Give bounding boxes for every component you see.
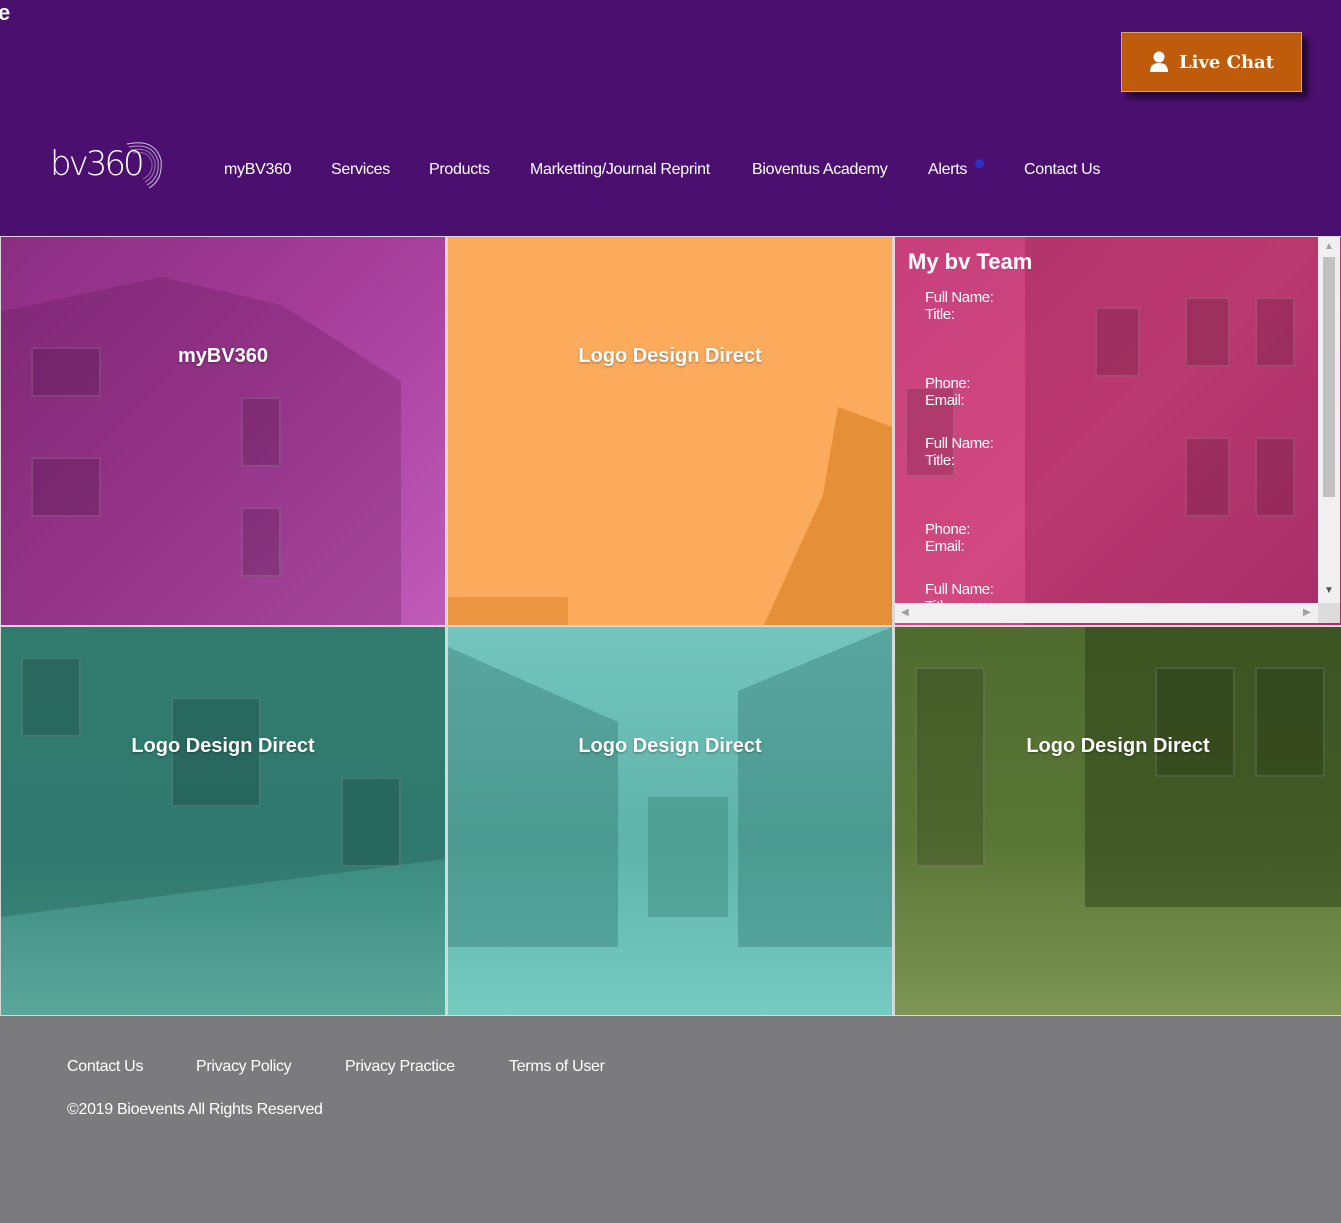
nav-item-academy[interactable]: Bioventus Academy (752, 161, 888, 179)
scrollbar-corner (1318, 603, 1340, 623)
window-decor (1095, 307, 1140, 377)
texture-shape (448, 597, 568, 625)
nav-item-mybv360[interactable]: myBV360 (224, 161, 292, 179)
footer-link-privacy-policy[interactable]: Privacy Policy (196, 1058, 292, 1076)
stray-text: e (0, 0, 11, 25)
alert-badge (975, 159, 984, 168)
footer-link-privacy-practice[interactable]: Privacy Practice (345, 1058, 455, 1076)
tile-title: Logo Design Direct (1026, 735, 1210, 757)
nav-item-marketting[interactable]: Marketting/Journal Reprint (530, 161, 710, 179)
window-decor (1185, 297, 1230, 367)
window-decor (915, 667, 985, 867)
footer-link-contact[interactable]: Contact Us (67, 1058, 143, 1076)
scroll-thumb[interactable] (1323, 257, 1335, 497)
team-phone-label: Phone: (925, 521, 971, 538)
window-decor (341, 777, 401, 867)
tile-logo-design-3[interactable]: Logo Design Direct (448, 627, 892, 1015)
nav-item-alerts[interactable]: Alerts (928, 161, 967, 179)
building-texture (1025, 237, 1341, 625)
scroll-left-icon[interactable]: ◀ (901, 607, 909, 618)
team-email-label: Email: (925, 392, 965, 409)
copyright: ©2019 Bioevents All Rights Reserved (67, 1101, 323, 1118)
live-chat-label: Live Chat (1178, 51, 1275, 73)
window-decor (1255, 297, 1295, 367)
footer-link-terms[interactable]: Terms of User (509, 1058, 605, 1076)
building-texture (1, 277, 401, 625)
tile-logo-design-2[interactable]: Logo Design Direct (1, 627, 445, 1015)
team-title-label: Title: (925, 452, 955, 469)
scroll-up-icon[interactable]: ▲ (1324, 241, 1334, 252)
tile-logo-design-4[interactable]: Logo Design Direct (895, 627, 1341, 1015)
nav-item-contact[interactable]: Contact Us (1024, 161, 1100, 179)
texture-shape (763, 407, 892, 625)
nav-item-services[interactable]: Services (331, 161, 390, 179)
team-full-name-label: Full Name: (925, 435, 994, 452)
team-email-label: Email: (925, 538, 965, 555)
team-vertical-scrollbar[interactable]: ▲ ▼ (1318, 237, 1340, 603)
team-phone-label: Phone: (925, 375, 971, 392)
window-decor (31, 457, 101, 517)
building-texture (648, 797, 728, 917)
my-bv-team-panel[interactable]: My bv Team Full Name: Title: Phone: Emai… (895, 237, 1341, 625)
team-title: My bv Team (908, 249, 1033, 274)
user-icon (1149, 51, 1168, 72)
tile-title: myBV360 (177, 345, 269, 367)
team-title-label: Title: (925, 306, 955, 323)
team-full-name-label: Full Name: (925, 289, 994, 306)
bv360-logo[interactable]: bv360 (50, 136, 165, 192)
tile-mybv360[interactable]: myBV360 (1, 237, 445, 625)
scroll-down-icon[interactable]: ▼ (1324, 585, 1334, 596)
footer: Contact Us Privacy Policy Privacy Practi… (0, 1016, 1341, 1223)
tile-logo-design-1[interactable]: Logo Design Direct (448, 237, 892, 625)
window-decor (241, 507, 281, 577)
team-horizontal-scrollbar[interactable]: ◀ ▶ (895, 603, 1318, 623)
logo-swirl-icon (126, 142, 162, 189)
tile-title: Logo Design Direct (578, 735, 762, 757)
building-texture (738, 627, 892, 947)
window-decor (1185, 437, 1230, 517)
scroll-right-icon[interactable]: ▶ (1303, 607, 1311, 618)
building-texture (448, 647, 618, 947)
window-decor (1255, 667, 1325, 777)
window-decor (21, 657, 81, 737)
team-full-name-label: Full Name: (925, 581, 994, 598)
header: e Live Chat bv360 myBV360 Services Produ… (0, 0, 1341, 236)
window-decor (1155, 667, 1235, 777)
live-chat-button[interactable]: Live Chat (1121, 32, 1302, 92)
window-decor (1255, 437, 1295, 517)
tile-title: Logo Design Direct (131, 735, 315, 757)
tile-title: Logo Design Direct (578, 345, 762, 367)
nav-item-products[interactable]: Products (429, 161, 490, 179)
window-decor (241, 397, 281, 467)
